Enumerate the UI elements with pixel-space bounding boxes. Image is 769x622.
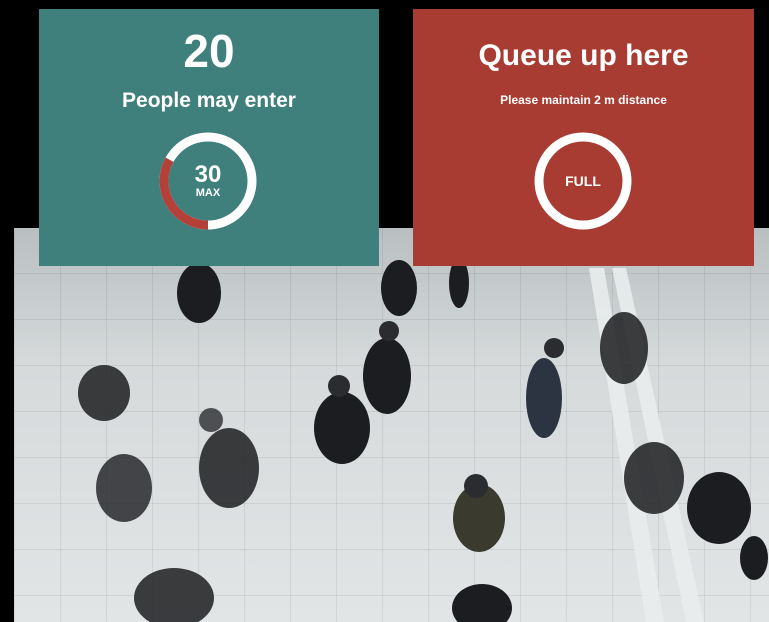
max-capacity-label: MAX: [195, 186, 221, 199]
entry-status-panel: 20 People may enter 30 MAX: [39, 9, 379, 266]
crowd-photo: [14, 228, 769, 622]
people-allowed-count: 20: [183, 25, 235, 77]
queue-panel: Queue up here Please maintain 2 m distan…: [413, 9, 754, 266]
max-capacity-value: 30: [194, 160, 222, 188]
capacity-gauge: 30 MAX: [156, 129, 260, 233]
full-gauge: FULL: [531, 129, 635, 233]
people-may-enter-label: People may enter: [122, 89, 296, 112]
full-status-label: FULL: [565, 173, 601, 189]
distance-note: Please maintain 2 m distance: [500, 93, 667, 107]
queue-headline: Queue up here: [478, 39, 689, 72]
